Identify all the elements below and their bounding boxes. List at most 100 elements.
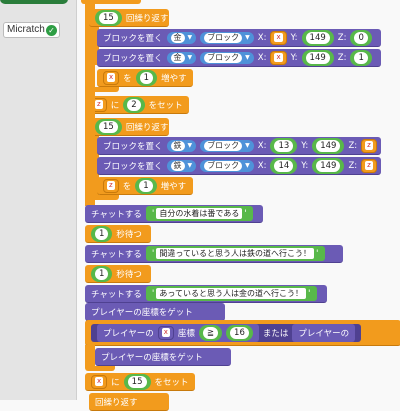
type-dropdown[interactable]: ブロック: [204, 160, 243, 171]
chat-text[interactable]: 間違っていると思う人は鉄の道へ行こう！: [156, 248, 315, 259]
compare-block[interactable]: プレイヤーの x 座標 ≧ 16: [97, 323, 259, 342]
y-label: Y:: [290, 52, 298, 63]
y-label: Y:: [301, 160, 309, 171]
z-label: Z:: [348, 140, 358, 151]
ni-label: に: [110, 100, 120, 111]
x-var[interactable]: x: [274, 33, 283, 42]
repeat-block[interactable]: 15 回繰り返す: [89, 118, 169, 136]
repeat-label: 回繰り返す: [125, 13, 169, 24]
x-label: X:: [257, 140, 267, 151]
z-value[interactable]: 1: [354, 51, 368, 64]
chat-block[interactable]: チャットする ' あっていると思う人は金の道へ行こう！ ': [85, 285, 327, 303]
place-label: ブロックを置く: [103, 33, 163, 44]
set-label: をセット: [154, 377, 189, 388]
extension-sidebar: Micratch ✓: [0, 0, 76, 400]
increment-value[interactable]: 1: [139, 71, 154, 84]
chat-block[interactable]: チャットする ' 自分の水着は番である ': [85, 205, 263, 223]
z-label: Z:: [337, 32, 347, 43]
player-label: プレイヤーの: [298, 328, 350, 339]
y-value[interactable]: 149: [316, 139, 341, 152]
repeat-label: 回繰り返す: [95, 397, 138, 408]
wo-label: を: [122, 181, 132, 192]
wait-label: 秒待つ: [116, 269, 142, 280]
variable-dropdown[interactable]: z: [95, 100, 103, 109]
loop-top-edge: [81, 0, 141, 4]
chat-label: チャットする: [91, 249, 142, 260]
set-variable-block[interactable]: x に 15 をセット: [85, 373, 195, 391]
sidebar-top-button[interactable]: [0, 0, 68, 4]
place-label: ブロックを置く: [103, 141, 163, 152]
or-block[interactable]: プレイヤーの x 座標 ≧ 16 または プレイヤーの: [91, 323, 362, 342]
change-variable-block[interactable]: z を 1 増やす: [97, 177, 193, 195]
z-label: Z:: [348, 160, 358, 171]
place-block[interactable]: ブロックを置く 金 ▼ ブロック ▼ X: x Y: 149 Z: 1: [97, 49, 381, 67]
chat-label: チャットする: [91, 289, 142, 300]
place-label: ブロックを置く: [103, 53, 163, 64]
get-player-position-block[interactable]: プレイヤーの座標をゲット: [95, 348, 231, 366]
set-value[interactable]: 2: [127, 98, 141, 111]
chat-text[interactable]: 自分の水着は番である: [156, 208, 243, 219]
set-value[interactable]: 15: [127, 375, 147, 388]
repeat-block[interactable]: 回繰り返す: [89, 393, 169, 411]
material-dropdown[interactable]: 鉄: [170, 140, 185, 151]
x-label: X:: [257, 160, 267, 171]
material-dropdown[interactable]: 金: [170, 52, 185, 63]
y-value[interactable]: 149: [316, 159, 341, 172]
material-dropdown[interactable]: 鉄: [170, 160, 185, 171]
chat-block[interactable]: チャットする ' 間違っていると思う人は鉄の道へ行こう！ ': [85, 245, 343, 263]
chat-text[interactable]: あっていると思う人は金の道へ行こう！: [156, 288, 307, 299]
get-position-label: プレイヤーの座標をゲット: [101, 352, 203, 363]
compare-block[interactable]: プレイヤーの: [292, 323, 356, 342]
y-value[interactable]: 149: [305, 31, 330, 44]
extension-label: Micratch: [7, 24, 45, 35]
repeat-block[interactable]: 15 回繰り返す: [89, 9, 169, 27]
compare-value[interactable]: 16: [230, 326, 249, 339]
compare-operator[interactable]: ≧: [202, 326, 219, 339]
repeat-count[interactable]: 15: [99, 120, 118, 133]
type-dropdown[interactable]: ブロック: [204, 52, 243, 63]
type-dropdown[interactable]: ブロック: [204, 140, 243, 151]
repeat-bottom: [89, 87, 119, 92]
wait-label: 秒待つ: [116, 229, 142, 240]
repeat-count[interactable]: 15: [99, 11, 118, 24]
condition-loop-block[interactable]: プレイヤーの x 座標 ≧ 16 または プレイヤーの: [85, 320, 400, 346]
or-label: または: [262, 328, 289, 339]
set-variable-block[interactable]: z に 2 をセット: [85, 96, 189, 114]
y-label: Y:: [290, 32, 298, 43]
place-block[interactable]: ブロックを置く 鉄 ▼ ブロック ▼ X: 13 Y: 149 Z: z: [97, 137, 381, 155]
coord-dropdown[interactable]: x: [161, 328, 170, 337]
place-block[interactable]: ブロックを置く 金 ▼ ブロック ▼ X: x Y: 149 Z: 0: [97, 29, 381, 47]
place-block[interactable]: ブロックを置く 鉄 ▼ ブロック ▼ X: 14 Y: 149 Z: z: [97, 157, 381, 175]
y-label: Y:: [301, 140, 309, 151]
get-player-position-block[interactable]: プレイヤーの座標をゲット: [85, 303, 225, 321]
material-dropdown[interactable]: 金: [170, 32, 185, 43]
variable-dropdown[interactable]: x: [107, 73, 116, 82]
z-value[interactable]: 0: [354, 31, 368, 44]
wo-label: を: [123, 73, 132, 84]
micratch-extension-item[interactable]: Micratch ✓: [3, 22, 60, 38]
x-label: X:: [257, 32, 267, 43]
type-dropdown[interactable]: ブロック: [204, 32, 243, 43]
script-workspace[interactable]: 15 回繰り返す ブロックを置く 金 ▼ ブロック ▼ X: x Y: 149 Z:…: [77, 0, 400, 411]
z-var[interactable]: z: [365, 141, 373, 150]
x-var[interactable]: x: [274, 53, 283, 62]
x-value[interactable]: 14: [274, 159, 294, 172]
wait-block[interactable]: 1 秒待つ: [85, 225, 151, 243]
increment-value[interactable]: 1: [139, 179, 153, 192]
variable-dropdown[interactable]: x: [95, 377, 104, 386]
x-value[interactable]: 13: [274, 139, 294, 152]
check-icon: ✓: [46, 25, 57, 36]
chat-label: チャットする: [91, 209, 142, 220]
place-label: ブロックを置く: [103, 161, 163, 172]
loop-arm: [85, 345, 95, 367]
wait-block[interactable]: 1 秒待つ: [85, 265, 151, 283]
change-variable-block[interactable]: x を 1 増やす: [97, 69, 193, 87]
increase-label: 増やす: [161, 73, 187, 84]
get-position-label: プレイヤーの座標をゲット: [91, 307, 193, 318]
y-value[interactable]: 149: [305, 51, 330, 64]
player-label: プレイヤーの: [103, 328, 154, 339]
wait-seconds[interactable]: 1: [95, 267, 109, 280]
wait-seconds[interactable]: 1: [95, 227, 109, 240]
z-var[interactable]: z: [365, 161, 373, 170]
variable-dropdown[interactable]: z: [107, 181, 115, 190]
